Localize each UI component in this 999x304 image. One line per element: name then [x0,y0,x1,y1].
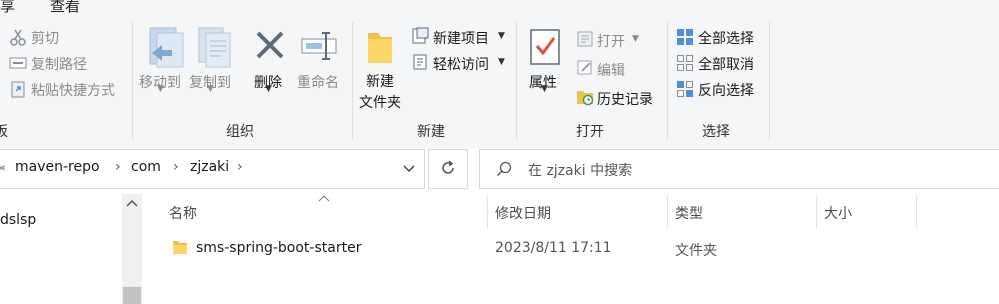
column-header-date[interactable]: 修改日期 [495,203,551,223]
breadcrumb-item[interactable]: maven-repo [15,159,100,175]
refresh-button[interactable] [428,149,468,189]
new-folder-label-line2: 文件夹 [359,95,401,111]
file-type: 文件夹 [675,243,717,259]
chevron-right-icon: « [0,161,6,174]
chevron-right-icon[interactable]: › [237,159,243,175]
chevron-down-icon: ▼ [498,57,505,67]
open-label: 打开 [597,34,625,50]
new-group-label: 新建 [417,124,445,140]
invert-selection-icon [677,81,693,97]
easy-access-label: 轻松访问 [433,57,489,73]
select-all-label: 全部选择 [698,31,754,47]
new-folder-label-line1: 新建 [366,74,394,90]
column-header-name[interactable]: 名称 [169,203,197,223]
rename-icon [301,32,337,60]
new-item-icon [412,27,429,44]
select-all-icon [677,29,693,45]
address-bar[interactable]: « maven-repo › com › zjzaki › [0,149,425,189]
folder-icon [368,33,392,63]
ribbon: 享 查看 剪切 复制路径 粘贴快捷方式 板 移动到 ▼ [0,0,999,149]
tab-view[interactable]: 查看 [50,0,80,16]
chevron-down-icon: ▼ [498,31,505,41]
chevron-down-icon: ▼ [265,84,272,94]
chevron-down-icon: ▼ [207,84,214,94]
scroll-up-icon[interactable] [126,199,138,207]
file-name[interactable]: sms-spring-boot-starter [196,240,361,256]
clipboard-group-label: 板 [0,121,8,141]
invert-selection-label: 反向选择 [698,83,754,99]
chevron-right-icon[interactable]: › [115,159,121,175]
search-input[interactable]: 在 zjzaki 中搜索 [528,160,632,180]
rename-label: 重命名 [297,75,339,91]
divider [132,22,133,140]
move-to-icon [149,27,184,68]
divider [769,22,770,140]
nav-scrollbar[interactable] [122,194,142,304]
organize-group-label: 组织 [226,124,254,140]
column-header-size[interactable]: 大小 [824,203,852,223]
history-label: 历史记录 [597,92,653,108]
column-divider[interactable] [916,194,917,228]
column-divider[interactable] [487,194,488,228]
tab-share[interactable]: 享 [0,0,15,16]
properties-icon [530,29,560,65]
copy-path-icon [9,57,27,69]
breadcrumb-item[interactable]: com [131,159,161,175]
search-icon [497,161,512,176]
chevron-down-icon[interactable] [403,165,415,173]
sort-ascending-icon [318,195,330,202]
chevron-down-icon: ▼ [632,34,639,44]
select-none-icon [677,55,693,71]
paste-shortcut-label: 粘贴快捷方式 [31,83,115,99]
copy-path-label: 复制路径 [31,57,87,73]
chevron-right-icon[interactable]: › [173,159,179,175]
edit-icon [577,60,592,75]
chevron-down-icon: ▼ [541,84,548,94]
column-divider[interactable] [816,194,817,228]
edit-label: 编辑 [597,63,625,79]
column-header-type[interactable]: 类型 [675,203,703,223]
new-item-label: 新建项目 [433,31,489,47]
divider [352,22,353,140]
column-divider[interactable] [667,194,668,228]
breadcrumb-item[interactable]: zjzaki [190,159,229,175]
search-box[interactable]: 在 zjzaki 中搜索 [479,149,999,189]
scrollbar-thumb[interactable] [123,287,141,304]
delete-icon [256,31,284,59]
select-none-label: 全部取消 [698,57,754,73]
copy-to-icon [198,27,231,68]
cut-label: 剪切 [31,31,59,47]
divider [516,22,517,140]
chevron-down-icon: ▼ [157,84,164,94]
file-date: 2023/8/11 17:11 [495,240,612,256]
select-group-label: 选择 [702,124,730,140]
refresh-icon [442,160,454,174]
scissors-icon [10,29,26,46]
divider [667,22,668,140]
paste-shortcut-icon [11,81,25,98]
folder-icon [173,241,187,254]
open-group-label: 打开 [576,124,604,140]
nav-item[interactable]: dslsp [0,212,36,228]
easy-access-icon [413,54,427,70]
history-icon [577,91,594,106]
open-icon [577,31,593,47]
